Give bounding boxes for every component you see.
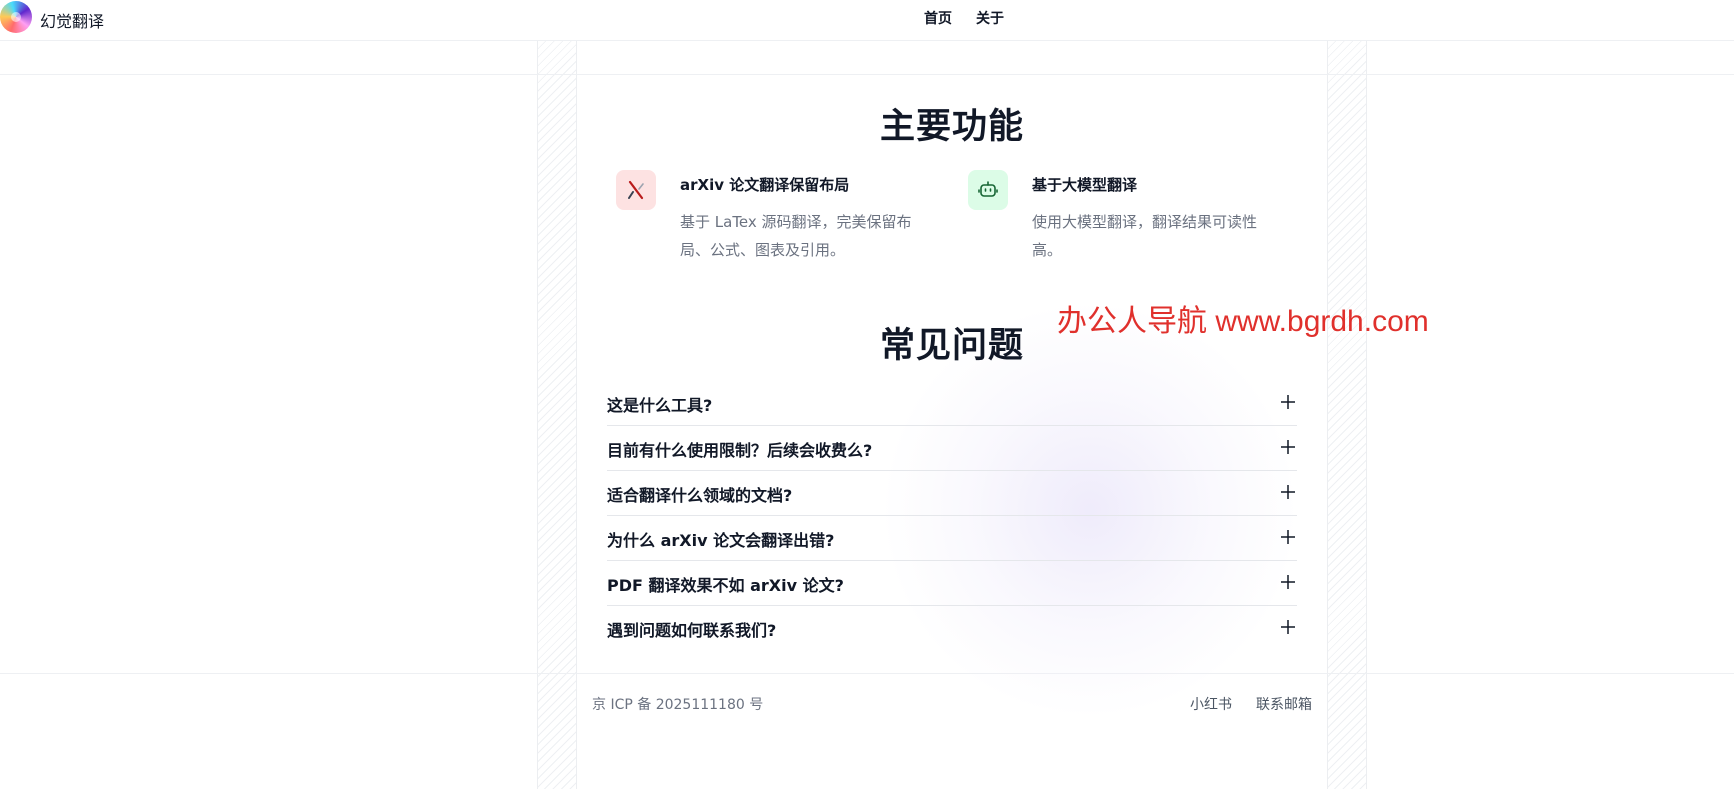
faq-item[interactable]: PDF 翻译效果不如 arXiv 论文? <box>607 561 1297 606</box>
latex-document-icon <box>616 170 656 210</box>
features-title: 主要功能 <box>879 107 1024 147</box>
decorative-rail-left <box>537 41 577 789</box>
faq-item[interactable]: 这是什么工具? <box>607 381 1297 426</box>
faq-item[interactable]: 遇到问题如何联系我们? <box>607 606 1297 651</box>
top-header: 幻觉翻译 首页 关于 <box>0 0 1734 40</box>
faq-question: 目前有什么使用限制？后续会收费么? <box>607 441 873 460</box>
header-divider <box>0 40 1734 41</box>
faq-question: PDF 翻译效果不如 arXiv 论文? <box>607 576 844 595</box>
plus-icon[interactable] <box>1279 528 1297 546</box>
feature-description: 使用大模型翻译，翻译结果可读性高。 <box>1032 213 1258 259</box>
section-divider-top <box>0 74 1734 75</box>
feature-title: arXiv 论文翻译保留布局 <box>680 176 850 194</box>
plus-icon[interactable] <box>1279 393 1297 411</box>
decorative-rail-right <box>1327 41 1367 789</box>
faq-item[interactable]: 适合翻译什么领域的文档? <box>607 471 1297 516</box>
plus-icon[interactable] <box>1279 573 1297 591</box>
page: 幻觉翻译 首页 关于 主要功能 arXiv 论文翻译保留布局 基于 LaTex … <box>0 0 1734 789</box>
footer-link-xiaohongshu[interactable]: 小红书 <box>1190 694 1232 714</box>
faq-item[interactable]: 为什么 arXiv 论文会翻译出错? <box>607 516 1297 561</box>
logo-icon[interactable] <box>0 1 32 33</box>
footer-link-email[interactable]: 联系邮箱 <box>1256 694 1312 714</box>
feature-description: 基于 LaTex 源码翻译，完美保留布局、公式、图表及引用。 <box>680 213 912 259</box>
nav-home[interactable]: 首页 <box>924 8 952 28</box>
watermark-text: 办公人导航 www.bgrdh.com <box>1057 305 1429 338</box>
nav-about[interactable]: 关于 <box>976 8 1004 28</box>
main-nav: 首页 关于 <box>924 8 1004 28</box>
plus-icon[interactable] <box>1279 618 1297 636</box>
brand-name[interactable]: 幻觉翻译 <box>40 8 104 32</box>
plus-icon[interactable] <box>1279 438 1297 456</box>
plus-icon[interactable] <box>1279 483 1297 501</box>
footer-divider <box>0 673 1734 674</box>
faq-question: 为什么 arXiv 论文会翻译出错? <box>607 531 835 550</box>
footer-links: 小红书 联系邮箱 <box>1190 694 1312 714</box>
icp-license: 京 ICP 备 2025111180 号 <box>592 697 764 713</box>
robot-icon <box>968 170 1008 210</box>
faq-list: 这是什么工具? 目前有什么使用限制？后续会收费么? 适合翻译什么领域的文档? 为… <box>607 381 1297 651</box>
feature-title: 基于大模型翻译 <box>1032 176 1138 194</box>
faq-question: 这是什么工具? <box>607 396 713 415</box>
faq-item[interactable]: 目前有什么使用限制？后续会收费么? <box>607 426 1297 471</box>
faq-question: 适合翻译什么领域的文档? <box>607 486 793 505</box>
faq-question: 遇到问题如何联系我们? <box>607 621 777 640</box>
